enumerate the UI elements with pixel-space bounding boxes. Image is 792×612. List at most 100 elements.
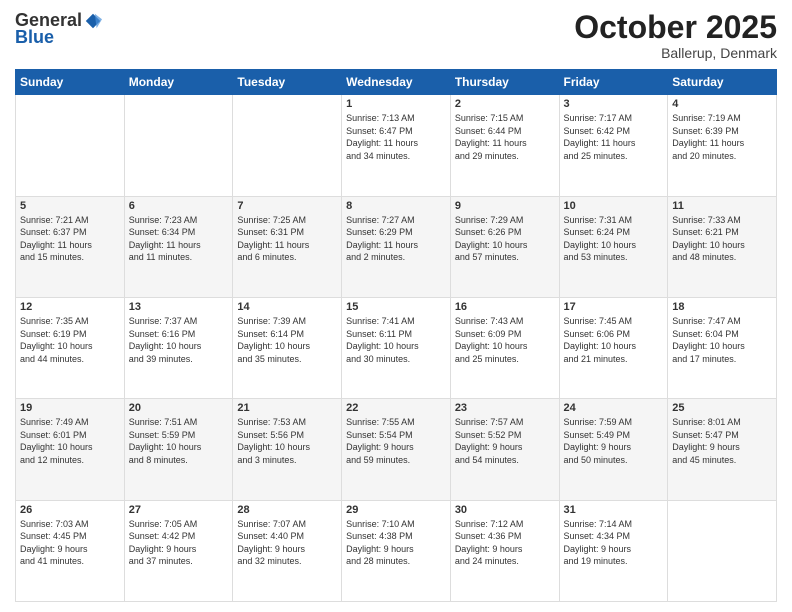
day-number: 7 — [237, 200, 337, 212]
day-info: Sunrise: 7:31 AM Sunset: 6:24 PM Dayligh… — [564, 214, 664, 264]
day-number: 24 — [564, 402, 664, 414]
day-info: Sunrise: 7:25 AM Sunset: 6:31 PM Dayligh… — [237, 214, 337, 264]
col-tuesday: Tuesday — [233, 70, 342, 95]
day-number: 21 — [237, 402, 337, 414]
day-info: Sunrise: 7:35 AM Sunset: 6:19 PM Dayligh… — [20, 315, 120, 365]
table-row: 19Sunrise: 7:49 AM Sunset: 6:01 PM Dayli… — [16, 399, 125, 500]
table-row — [124, 95, 233, 196]
day-number: 6 — [129, 200, 229, 212]
table-row — [668, 500, 777, 601]
table-row: 26Sunrise: 7:03 AM Sunset: 4:45 PM Dayli… — [16, 500, 125, 601]
day-number: 22 — [346, 402, 446, 414]
day-number: 19 — [20, 402, 120, 414]
table-row: 11Sunrise: 7:33 AM Sunset: 6:21 PM Dayli… — [668, 196, 777, 297]
day-number: 3 — [564, 98, 664, 110]
table-row: 4 Sunrise: 7:19 AM Sunset: 6:39 PM Daylig… — [668, 95, 777, 196]
table-row: 24 Sunrise: 7:59 AM Sunset: 5:49 PM Dayli… — [559, 399, 668, 500]
day-number: 23 — [455, 402, 555, 414]
table-row: 5 Sunrise: 7:21 AM Sunset: 6:37 PM Daylig… — [16, 196, 125, 297]
day-info: Sunrise: 7:39 AM Sunset: 6:14 PM Dayligh… — [237, 315, 337, 365]
page: General Blue October 2025 Ballerup, Denm… — [0, 0, 792, 612]
day-number: 10 — [564, 200, 664, 212]
table-row — [233, 95, 342, 196]
calendar-week-row: 26Sunrise: 7:03 AM Sunset: 4:45 PM Dayli… — [16, 500, 777, 601]
table-row: 28 Sunrise: 7:07 AM Sunset: 4:40 PM Dayli… — [233, 500, 342, 601]
day-info: Sunrise: 7:37 AM Sunset: 6:16 PM Dayligh… — [129, 315, 229, 365]
day-number: 4 — [672, 98, 772, 110]
table-row: 18Sunrise: 7:47 AM Sunset: 6:04 PM Dayli… — [668, 297, 777, 398]
table-row: 12 Sunrise: 7:35 AM Sunset: 6:19 PM Dayli… — [16, 297, 125, 398]
table-row: 27Sunrise: 7:05 AM Sunset: 4:42 PM Dayli… — [124, 500, 233, 601]
day-info: Sunrise: 7:51 AM Sunset: 5:59 PM Dayligh… — [129, 416, 229, 466]
calendar-week-row: 12 Sunrise: 7:35 AM Sunset: 6:19 PM Dayli… — [16, 297, 777, 398]
day-info: Sunrise: 7:27 AM Sunset: 6:29 PM Dayligh… — [346, 214, 446, 264]
day-info: Sunrise: 7:19 AM Sunset: 6:39 PM Dayligh… — [672, 112, 772, 162]
logo-blue: Blue — [15, 27, 54, 48]
table-row: 20Sunrise: 7:51 AM Sunset: 5:59 PM Dayli… — [124, 399, 233, 500]
day-number: 28 — [237, 504, 337, 516]
col-sunday: Sunday — [16, 70, 125, 95]
day-info: Sunrise: 7:13 AM Sunset: 6:47 PM Dayligh… — [346, 112, 446, 162]
day-number: 13 — [129, 301, 229, 313]
calendar-week-row: 1 Sunrise: 7:13 AM Sunset: 6:47 PM Daylig… — [16, 95, 777, 196]
day-info: Sunrise: 8:01 AM Sunset: 5:47 PM Dayligh… — [672, 416, 772, 466]
day-number: 1 — [346, 98, 446, 110]
day-info: Sunrise: 7:10 AM Sunset: 4:38 PM Dayligh… — [346, 518, 446, 568]
day-number: 2 — [455, 98, 555, 110]
day-number: 12 — [20, 301, 120, 313]
col-friday: Friday — [559, 70, 668, 95]
day-number: 25 — [672, 402, 772, 414]
day-info: Sunrise: 7:59 AM Sunset: 5:49 PM Dayligh… — [564, 416, 664, 466]
day-number: 27 — [129, 504, 229, 516]
table-row: 31 Sunrise: 7:14 AM Sunset: 4:34 PM Dayli… — [559, 500, 668, 601]
calendar-header-row: Sunday Monday Tuesday Wednesday Thursday… — [16, 70, 777, 95]
day-info: Sunrise: 7:03 AM Sunset: 4:45 PM Dayligh… — [20, 518, 120, 568]
day-info: Sunrise: 7:14 AM Sunset: 4:34 PM Dayligh… — [564, 518, 664, 568]
day-number: 5 — [20, 200, 120, 212]
day-info: Sunrise: 7:21 AM Sunset: 6:37 PM Dayligh… — [20, 214, 120, 264]
day-number: 17 — [564, 301, 664, 313]
table-row: 8 Sunrise: 7:27 AM Sunset: 6:29 PM Daylig… — [342, 196, 451, 297]
table-row: 6 Sunrise: 7:23 AM Sunset: 6:34 PM Daylig… — [124, 196, 233, 297]
day-number: 30 — [455, 504, 555, 516]
day-info: Sunrise: 7:23 AM Sunset: 6:34 PM Dayligh… — [129, 214, 229, 264]
table-row: 25 Sunrise: 8:01 AM Sunset: 5:47 PM Dayli… — [668, 399, 777, 500]
table-row: 14 Sunrise: 7:39 AM Sunset: 6:14 PM Dayli… — [233, 297, 342, 398]
day-number: 14 — [237, 301, 337, 313]
day-info: Sunrise: 7:07 AM Sunset: 4:40 PM Dayligh… — [237, 518, 337, 568]
col-wednesday: Wednesday — [342, 70, 451, 95]
location: Ballerup, Denmark — [574, 45, 777, 61]
table-row: 15 Sunrise: 7:41 AM Sunset: 6:11 PM Dayli… — [342, 297, 451, 398]
table-row — [16, 95, 125, 196]
day-number: 15 — [346, 301, 446, 313]
col-saturday: Saturday — [668, 70, 777, 95]
col-monday: Monday — [124, 70, 233, 95]
day-info: Sunrise: 7:57 AM Sunset: 5:52 PM Dayligh… — [455, 416, 555, 466]
day-info: Sunrise: 7:53 AM Sunset: 5:56 PM Dayligh… — [237, 416, 337, 466]
calendar-week-row: 19Sunrise: 7:49 AM Sunset: 6:01 PM Dayli… — [16, 399, 777, 500]
day-number: 11 — [672, 200, 772, 212]
day-number: 29 — [346, 504, 446, 516]
table-row: 9Sunrise: 7:29 AM Sunset: 6:26 PM Daylig… — [450, 196, 559, 297]
table-row: 30Sunrise: 7:12 AM Sunset: 4:36 PM Dayli… — [450, 500, 559, 601]
day-info: Sunrise: 7:45 AM Sunset: 6:06 PM Dayligh… — [564, 315, 664, 365]
table-row: 2Sunrise: 7:15 AM Sunset: 6:44 PM Daylig… — [450, 95, 559, 196]
table-row: 13 Sunrise: 7:37 AM Sunset: 6:16 PM Dayli… — [124, 297, 233, 398]
day-number: 8 — [346, 200, 446, 212]
table-row: 21 Sunrise: 7:53 AM Sunset: 5:56 PM Dayli… — [233, 399, 342, 500]
month-title: October 2025 — [574, 10, 777, 45]
table-row: 23 Sunrise: 7:57 AM Sunset: 5:52 PM Dayli… — [450, 399, 559, 500]
logo-icon — [84, 12, 102, 30]
calendar-week-row: 5 Sunrise: 7:21 AM Sunset: 6:37 PM Daylig… — [16, 196, 777, 297]
day-number: 16 — [455, 301, 555, 313]
col-thursday: Thursday — [450, 70, 559, 95]
title-area: October 2025 Ballerup, Denmark — [574, 10, 777, 61]
calendar-table: Sunday Monday Tuesday Wednesday Thursday… — [15, 69, 777, 602]
day-number: 31 — [564, 504, 664, 516]
day-info: Sunrise: 7:41 AM Sunset: 6:11 PM Dayligh… — [346, 315, 446, 365]
table-row: 1 Sunrise: 7:13 AM Sunset: 6:47 PM Daylig… — [342, 95, 451, 196]
table-row: 7 Sunrise: 7:25 AM Sunset: 6:31 PM Daylig… — [233, 196, 342, 297]
day-info: Sunrise: 7:47 AM Sunset: 6:04 PM Dayligh… — [672, 315, 772, 365]
logo: General Blue — [15, 10, 102, 48]
day-info: Sunrise: 7:29 AM Sunset: 6:26 PM Dayligh… — [455, 214, 555, 264]
